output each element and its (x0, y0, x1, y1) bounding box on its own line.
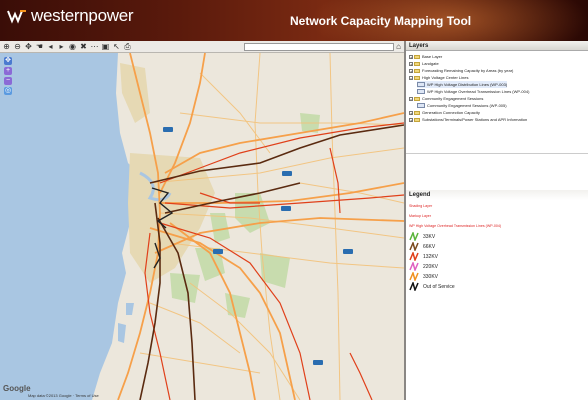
map-nav-controls: ✥ + − ◎ (4, 57, 14, 97)
pan-icon[interactable]: ✥ (24, 42, 33, 51)
home-icon[interactable]: ⌂ (396, 42, 401, 51)
folder-icon (414, 117, 420, 122)
layer-label: Landgate (422, 61, 439, 66)
search-input[interactable] (244, 42, 395, 51)
expand-icon[interactable]: + (409, 61, 413, 66)
panel-spacer (406, 153, 588, 190)
line-symbol-icon (409, 252, 419, 261)
layer-label: Community Engagement Sessions (422, 96, 484, 101)
expand-icon[interactable]: + (409, 117, 413, 122)
layer-row[interactable]: + Substations/Terminals/Power Stations a… (409, 116, 527, 123)
legend-item: 132KV (409, 252, 438, 261)
collapse-icon[interactable]: − (409, 75, 413, 80)
print-icon[interactable]: ⎙ (123, 42, 132, 51)
back-icon[interactable]: ◂ (46, 42, 55, 51)
layer-row-selected[interactable]: WP High Voltage Distribution Lines (WP-0… (417, 81, 508, 88)
full-extent-icon[interactable]: ▣ (101, 42, 110, 51)
layer-row[interactable]: + Landgate (409, 60, 439, 67)
layer-row[interactable]: + Generation Connection Capacity (409, 109, 480, 116)
park-area (170, 273, 200, 303)
layer-label: Substations/Terminals/Power Stations and… (422, 117, 528, 122)
legend-item: 220KV (409, 262, 438, 271)
zoom-out-button[interactable]: − (4, 77, 12, 85)
layer-icon (417, 82, 425, 87)
layer-row[interactable]: + Forecasting Remaining Capacity by Area… (409, 67, 513, 74)
layer-label: Generation Connection Capacity (422, 110, 480, 115)
layer-row[interactable]: − High Voltage Center Lines (409, 74, 468, 81)
world-icon[interactable]: ◎ (4, 87, 12, 95)
legend-label: Out of Service (423, 283, 455, 290)
layer-icon (417, 103, 425, 108)
measure-icon[interactable]: ⋯ (90, 42, 99, 51)
app-title: Network Capacity Mapping Tool (290, 14, 472, 28)
line-symbol-icon (409, 242, 419, 251)
line-symbol-icon (409, 232, 419, 241)
expand-icon[interactable]: + (409, 68, 413, 73)
forward-icon[interactable]: ▸ (57, 42, 66, 51)
clear-icon[interactable]: ✖ (79, 42, 88, 51)
identify-icon[interactable]: ◉ (68, 42, 77, 51)
layer-label: WP High Voltage Distribution Lines (WP-0… (427, 82, 508, 87)
brand-name: westernpower (31, 6, 134, 25)
legend-item: 33KV (409, 232, 435, 241)
legend-label: 66KV (423, 243, 436, 250)
layer-label: Base Layer (422, 54, 443, 59)
legend-label: 132KV (423, 253, 439, 260)
legend-header[interactable]: Legend (406, 190, 588, 200)
ocean (0, 53, 148, 400)
expand-icon[interactable]: + (409, 110, 413, 115)
layer-label: Forecasting Remaining Capacity by Areas … (422, 68, 514, 73)
app-window: westernpower Network Capacity Mapping To… (0, 0, 588, 400)
side-panel: Layers + Base Layer + Landgate + Forecas… (406, 41, 588, 400)
select-icon[interactable]: ↖ (112, 42, 121, 51)
folder-open-icon (414, 75, 420, 80)
line-symbol-icon (409, 262, 419, 271)
pan-control-icon[interactable]: ✥ (4, 57, 12, 65)
zoom-out-icon[interactable]: ⊖ (13, 42, 22, 51)
map-view[interactable]: ✥ + − ◎ Google Map data ©2013 Google · T… (0, 53, 404, 400)
layers-header[interactable]: Layers (406, 41, 588, 51)
legend-item: Out of Service (409, 282, 455, 291)
zoom-in-icon[interactable]: ⊕ (2, 42, 11, 51)
hand-icon[interactable]: ☚ (35, 42, 44, 51)
folder-icon (414, 110, 420, 115)
app-header: westernpower Network Capacity Mapping To… (0, 0, 588, 41)
layer-row[interactable]: Community Engagement Sessions (WP-005) (417, 102, 507, 109)
expand-icon[interactable]: + (409, 54, 413, 59)
legend-item: 66KV (409, 242, 435, 251)
legend-caption: Shading Layer (409, 204, 433, 208)
layer-icon (417, 89, 425, 94)
map-terms-link[interactable]: Map data ©2013 Google · Terms of Use (28, 393, 99, 398)
zoom-in-button[interactable]: + (4, 67, 12, 75)
lake (118, 323, 126, 343)
brand-logo[interactable]: westernpower (6, 6, 134, 26)
folder-icon (414, 54, 420, 59)
layers-tree: + Base Layer + Landgate + Forecasting Re… (406, 52, 588, 153)
layer-row[interactable]: − Community Engagement Sessions (409, 95, 483, 102)
folder-icon (414, 61, 420, 66)
line-symbol-icon (409, 282, 419, 291)
lake (126, 303, 134, 315)
legend-label: 220KV (423, 263, 439, 270)
folder-icon (414, 68, 420, 73)
legend-panel: Shading Layer Markup Layer WP High Volta… (406, 201, 588, 400)
layer-row[interactable]: WP High Voltage Overhead Transmission Li… (417, 88, 529, 95)
legend-label: 33KV (423, 233, 436, 240)
layer-label: High Voltage Center Lines (422, 75, 469, 80)
legend-label: 330KV (423, 273, 439, 280)
map-canvas[interactable] (0, 53, 404, 400)
map-toolbar: ⊕ ⊖ ✥ ☚ ◂ ▸ ◉ ✖ ⋯ ▣ ↖ ⎙ ⌂ (0, 41, 404, 53)
legend-caption: Markup Layer (409, 214, 431, 218)
layer-label: Community Engagement Sessions (WP-005) (427, 103, 507, 108)
line-symbol-icon (409, 272, 419, 281)
google-logo: Google (3, 384, 31, 393)
legend-item: 330KV (409, 272, 438, 281)
collapse-icon[interactable]: − (409, 96, 413, 101)
legend-caption: WP High Voltage Overhead Transmission Li… (409, 224, 502, 228)
layer-row[interactable]: + Base Layer (409, 53, 442, 60)
brand-logo-icon (7, 10, 26, 24)
park-area (225, 293, 250, 318)
folder-open-icon (414, 96, 420, 101)
layer-label: WP High Voltage Overhead Transmission Li… (427, 89, 530, 94)
